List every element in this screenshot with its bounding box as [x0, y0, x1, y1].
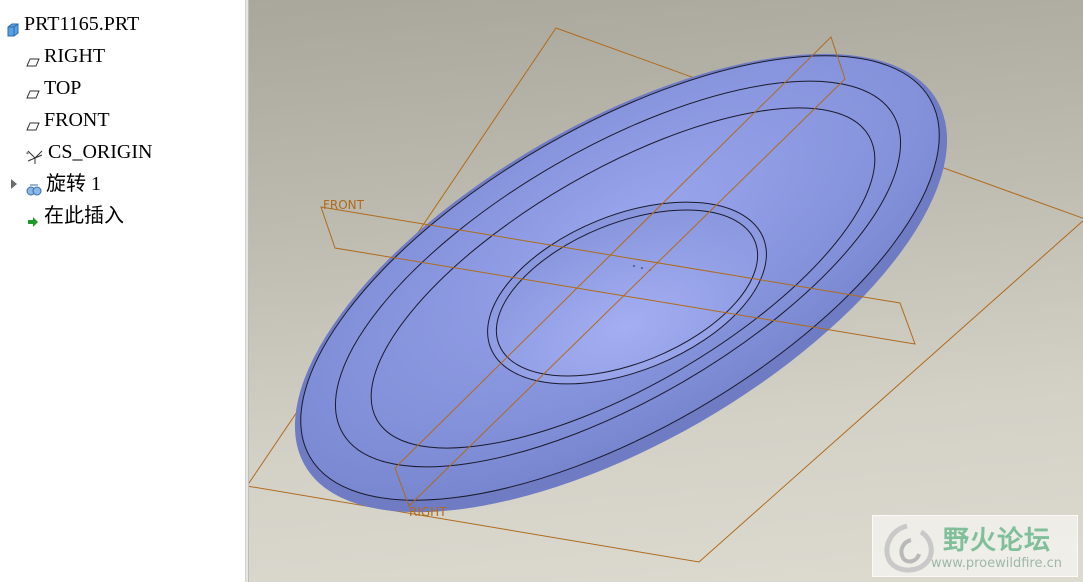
revolve-feature-icon: [26, 177, 42, 196]
expand-arrow-icon[interactable]: [11, 179, 17, 189]
datum-plane-icon: [26, 49, 40, 67]
model-tree-panel: PRT1165.PRT RIGHT TOP FRONT * CS_ORIGIN …: [0, 0, 245, 582]
graphics-viewport[interactable]: FRONT RIGHT: [249, 0, 1083, 582]
watermark-title: 野火论坛: [943, 526, 1052, 556]
tree-item-label: 旋转 1: [46, 173, 101, 195]
tree-item-front[interactable]: FRONT: [26, 106, 110, 134]
tree-item-top[interactable]: TOP: [26, 74, 81, 102]
tree-item-label: CS_ORIGIN: [48, 141, 153, 163]
flame-logo-icon: [884, 523, 934, 573]
part-icon: [6, 17, 20, 37]
tree-item-label: 在此插入: [44, 205, 124, 227]
tree-item-revolve-1[interactable]: 旋转 1: [26, 170, 101, 198]
forum-watermark: 野火论坛 www.proewildfire.cn: [872, 515, 1078, 577]
svg-text:*: *: [26, 151, 29, 158]
datum-plane-icon: [26, 113, 40, 131]
datum-plane-icon: [26, 81, 40, 99]
tree-root-label: PRT1165.PRT: [24, 13, 140, 35]
tree-item-label: TOP: [44, 77, 82, 99]
insert-here-arrow-icon: [26, 209, 40, 227]
tree-item-right[interactable]: RIGHT: [26, 42, 105, 70]
datum-label-right: RIGHT: [409, 505, 447, 519]
model-canvas: FRONT RIGHT: [249, 27, 1083, 563]
watermark-url: www.proewildfire.cn: [931, 556, 1062, 571]
tree-item-insert-here[interactable]: 在此插入: [26, 202, 124, 230]
tree-item-label: FRONT: [44, 109, 110, 131]
tree-root-part[interactable]: PRT1165.PRT: [6, 10, 139, 38]
tree-item-label: RIGHT: [44, 45, 106, 67]
datum-label-front: FRONT: [323, 198, 365, 212]
coordinate-system-icon: *: [26, 145, 44, 164]
tree-item-cs-origin[interactable]: * CS_ORIGIN: [26, 138, 152, 166]
part-model-dish: [294, 53, 948, 513]
